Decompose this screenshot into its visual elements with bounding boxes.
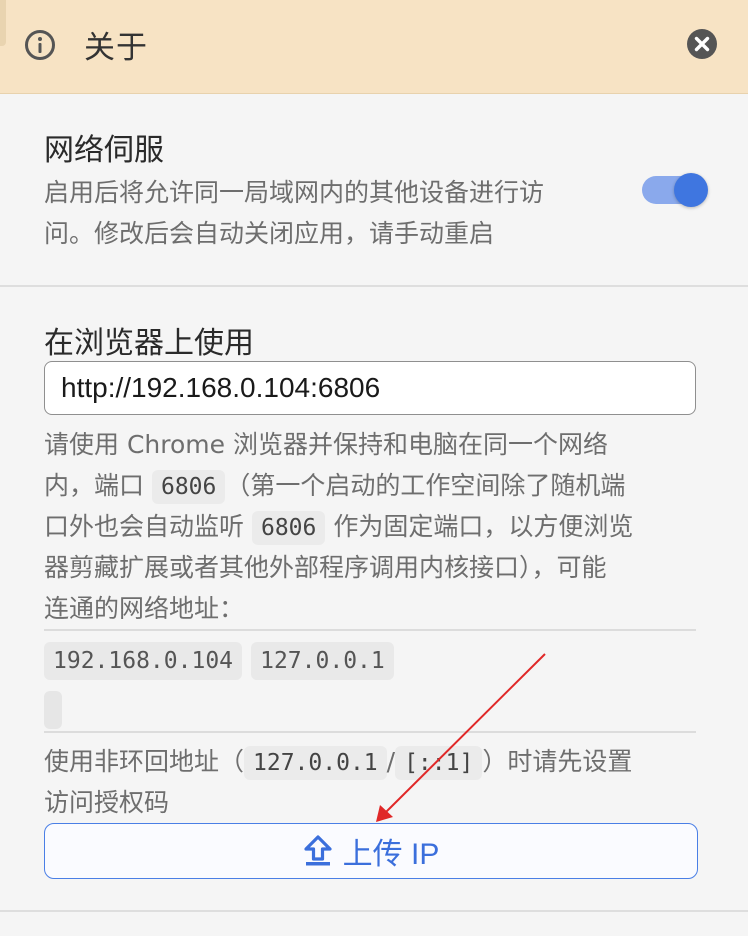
toggle-knob bbox=[674, 173, 708, 207]
port-code: 6806 bbox=[251, 511, 326, 545]
about-panel: 关于 网络伺服 启用后将允许同一局域网内的其他设备进行访 问。修改后会自动关闭应… bbox=[0, 0, 748, 936]
desc-text: 内，端口 bbox=[44, 471, 145, 500]
desc-text: 使用非环回地址（ bbox=[44, 747, 245, 776]
empty-address-chip bbox=[44, 691, 62, 729]
desc-text: 作为固定端口，以方便浏览 bbox=[333, 512, 634, 541]
divider bbox=[0, 910, 748, 912]
network-service-toggle[interactable] bbox=[642, 172, 708, 208]
divider bbox=[44, 731, 696, 733]
loopback-v4-code: 127.0.0.1 bbox=[244, 746, 387, 780]
upload-icon bbox=[304, 835, 332, 866]
divider bbox=[44, 629, 696, 631]
upload-ip-label: 上传 IP bbox=[342, 838, 440, 871]
browser-desc-line5: 连通的网络地址： bbox=[44, 594, 245, 623]
upload-ip-button[interactable]: 上传 IP bbox=[44, 823, 698, 879]
network-service-section: 网络伺服 启用后将允许同一局域网内的其他设备进行访 问。修改后会自动关闭应用，请… bbox=[0, 94, 748, 287]
loopback-v6-code: [::1] bbox=[395, 746, 483, 780]
auth-note-line1: 使用非环回地址（ 127.0.0.1/[::1] ）时请先设置 bbox=[44, 741, 632, 782]
browser-desc-line1: 请使用 Chrome 浏览器并保持和电脑在同一个网络 bbox=[44, 430, 608, 459]
desc-text: 口外也会自动监听 bbox=[44, 512, 245, 541]
browser-usage-title: 在浏览器上使用 bbox=[44, 326, 254, 361]
browser-desc-line4: 器剪藏扩展或者其他外部程序调用内核接口），可能 bbox=[44, 553, 607, 582]
network-service-description-line2: 问。修改后会自动关闭应用，请手动重启 bbox=[44, 219, 495, 248]
info-circle-icon bbox=[25, 30, 55, 60]
desc-text: （第一个启动的工作空间除了随机端 bbox=[225, 471, 626, 500]
address-chip[interactable]: 192.168.0.104 bbox=[44, 642, 243, 680]
about-header: 关于 bbox=[0, 0, 748, 94]
browser-url-field[interactable]: http://192.168.0.104:6806 bbox=[44, 361, 696, 415]
page-title: 关于 bbox=[84, 30, 148, 66]
network-service-description-line1: 启用后将允许同一局域网内的其他设备进行访 bbox=[44, 178, 545, 207]
browser-desc-line3: 口外也会自动监听 6806 作为固定端口，以方便浏览 bbox=[44, 506, 633, 547]
separator: / bbox=[386, 747, 396, 776]
browser-desc-line2: 内，端口 6806 （第一个启动的工作空间除了随机端 bbox=[44, 465, 625, 506]
close-circle-icon[interactable] bbox=[686, 28, 718, 60]
network-service-title: 网络伺服 bbox=[44, 133, 164, 168]
scroll-indicator bbox=[0, 0, 6, 46]
address-list: 192.168.0.104 127.0.0.1 bbox=[44, 642, 398, 680]
address-chip[interactable]: 127.0.0.1 bbox=[251, 642, 394, 680]
auth-note-line2: 访问授权码 bbox=[44, 788, 170, 817]
port-code: 6806 bbox=[151, 470, 226, 504]
desc-text: ）时请先设置 bbox=[482, 747, 633, 776]
